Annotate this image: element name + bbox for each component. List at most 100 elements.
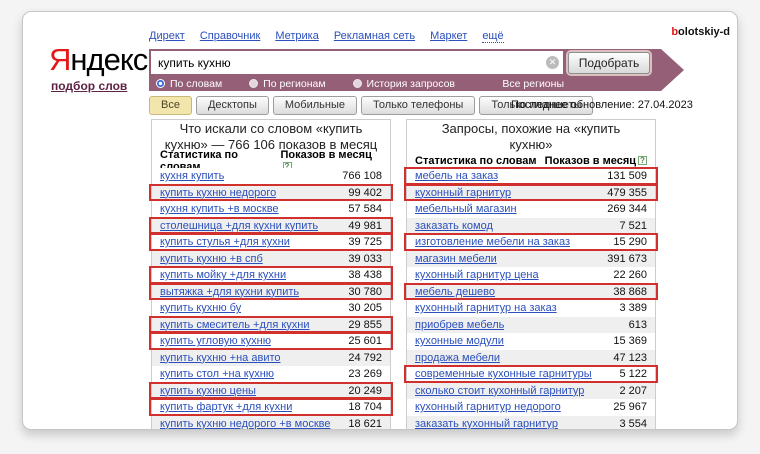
keyword-link[interactable]: изготовление мебели на заказ xyxy=(415,236,570,248)
logo-rest: ндекс xyxy=(70,42,147,77)
impressions-value: 20 249 xyxy=(348,385,382,397)
impressions-value: 29 855 xyxy=(348,319,382,331)
table-row: кухня купить766 108 xyxy=(152,168,390,185)
rows-container: мебель на заказ 131 509 кухонный гарнитур 4… xyxy=(407,168,655,430)
impressions-value: 25 601 xyxy=(348,335,382,347)
device-tab[interactable]: Мобильные xyxy=(273,96,357,115)
keyword-link[interactable]: купить стол +на кухню xyxy=(160,368,274,380)
keyword-link[interactable]: современные кухонные гарнитуры xyxy=(415,368,592,380)
impressions-value: 39 033 xyxy=(348,253,382,265)
nav-link[interactable]: ещё xyxy=(482,30,503,43)
impressions-value: 5 122 xyxy=(619,368,647,380)
keyword-link[interactable]: мебель дешево xyxy=(415,286,495,298)
mode-label: По словам xyxy=(170,78,222,90)
impressions-value: 479 355 xyxy=(607,187,647,199)
table-row: купить смеситель +для кухни 29 855 xyxy=(152,317,390,334)
search-mode[interactable]: По словам xyxy=(156,78,222,90)
column-header: Статистика по словам Показов в месяц? xyxy=(407,154,655,168)
main-card: Яндекс подбор слов Директ Справочник Метри… xyxy=(22,11,738,430)
keyword-link[interactable]: купить кухню бу xyxy=(160,302,241,314)
device-tab[interactable]: Десктопы xyxy=(196,96,269,115)
rows-container: кухня купить766 108купить кухню недорого… xyxy=(152,168,390,430)
search-mode[interactable]: По регионам xyxy=(249,78,325,90)
nav-link[interactable]: Маркет xyxy=(430,30,467,43)
table-row: купить стулья +для кухни39 725 xyxy=(152,234,390,251)
nav-link[interactable]: Рекламная сеть xyxy=(334,30,415,43)
nav-link[interactable]: Справочник xyxy=(200,30,261,43)
keyword-link[interactable]: купить угловую кухню xyxy=(160,335,271,347)
table-row: кухонный гарнитур 479 355 xyxy=(407,185,655,202)
nav-link[interactable]: Директ xyxy=(149,30,185,43)
keyword-link[interactable]: кухонный гарнитур на заказ xyxy=(415,302,557,314)
keyword-link[interactable]: купить кухню цены xyxy=(160,385,256,397)
search-mode-row: По словам По регионам История запросов xyxy=(149,76,661,91)
submit-button[interactable]: Подобрать xyxy=(568,52,650,74)
keyword-link[interactable]: приобрев мебель xyxy=(415,319,504,331)
impressions-value: 7 521 xyxy=(619,220,647,232)
search-mode[interactable]: История запросов xyxy=(353,78,455,90)
table-row: купить кухню недорого 99 402 xyxy=(152,185,390,202)
keyword-link[interactable]: кухня купить +в москве xyxy=(160,203,279,215)
table-row: современные кухонные гарнитуры 5 122 xyxy=(407,366,655,383)
user-badge[interactable]: bolotskiy-d xyxy=(671,26,730,38)
table-row: мебельный магазин269 344 xyxy=(407,201,655,218)
keyword-link[interactable]: кухня купить xyxy=(160,170,224,182)
keyword-link[interactable]: купить кухню +в спб xyxy=(160,253,263,265)
keyword-link[interactable]: магазин мебели xyxy=(415,253,497,265)
keyword-link[interactable]: купить кухню недорого +в москве xyxy=(160,418,331,430)
table-row: приобрев мебель613 xyxy=(407,317,655,334)
regions-selector[interactable]: Все регионы xyxy=(502,78,564,90)
keyword-link[interactable]: вытяжка +для кухни купить xyxy=(160,286,299,298)
table-row: изготовление мебели на заказ 15 290 xyxy=(407,234,655,251)
keyword-link[interactable]: мебельный магазин xyxy=(415,203,517,215)
table-row: купить кухню недорого +в москве18 621 xyxy=(152,416,390,431)
search-input[interactable] xyxy=(151,51,563,74)
table-row: продажа мебели 47 123 xyxy=(407,350,655,367)
table-row: заказать комод 7 521 xyxy=(407,218,655,235)
keyword-link[interactable]: заказать комод xyxy=(415,220,493,232)
impressions-value: 131 509 xyxy=(607,170,647,182)
table-row: купить мойку +для кухни 38 438 xyxy=(152,267,390,284)
keyword-link[interactable]: купить мойку +для кухни xyxy=(160,269,286,281)
keyword-link[interactable]: купить кухню недорого xyxy=(160,187,276,199)
radio-icon[interactable] xyxy=(156,79,165,88)
keyword-link[interactable]: купить кухню +на авито xyxy=(160,352,281,364)
impressions-value: 38 438 xyxy=(348,269,382,281)
column-0: Что искали со словом «купить кухню» — 76… xyxy=(151,119,391,430)
radio-icon[interactable] xyxy=(249,79,258,88)
keyword-link[interactable]: кухонный гарнитур недорого xyxy=(415,401,561,413)
help-icon[interactable]: ? xyxy=(638,156,647,165)
impressions-value: 2 207 xyxy=(619,385,647,397)
radio-icon[interactable] xyxy=(353,79,362,88)
keyword-link[interactable]: заказать кухонный гарнитур xyxy=(415,418,558,430)
keyword-link[interactable]: кухонный гарнитур цена xyxy=(415,269,539,281)
keyword-link[interactable]: купить смеситель +для кухни xyxy=(160,319,310,331)
keyword-link[interactable]: купить стулья +для кухни xyxy=(160,236,290,248)
impressions-value: 25 967 xyxy=(613,401,647,413)
keyword-link[interactable]: сколько стоит кухонный гарнитур xyxy=(415,385,584,397)
impressions-value: 391 673 xyxy=(607,253,647,265)
keyword-link[interactable]: кухонные модули xyxy=(415,335,504,347)
keyword-link[interactable]: столешница +для кухни купить xyxy=(160,220,318,232)
keyword-link[interactable]: купить фартук +для кухни xyxy=(160,401,292,413)
impressions-value: 47 123 xyxy=(613,352,647,364)
header-value: Показов в месяц? xyxy=(545,155,647,167)
yandex-logo[interactable]: Яндекс xyxy=(49,42,147,78)
keyword-link[interactable]: мебель на заказ xyxy=(415,170,498,182)
nav-link[interactable]: Метрика xyxy=(275,30,319,43)
impressions-value: 30 205 xyxy=(348,302,382,314)
impressions-value: 30 780 xyxy=(348,286,382,298)
wordstat-link[interactable]: подбор слов xyxy=(51,79,127,93)
impressions-value: 3 554 xyxy=(619,418,647,430)
impressions-value: 38 868 xyxy=(613,286,647,298)
impressions-value: 3 389 xyxy=(619,302,647,314)
keyword-link[interactable]: продажа мебели xyxy=(415,352,500,364)
impressions-value: 15 290 xyxy=(613,236,647,248)
table-row: столешница +для кухни купить49 981 xyxy=(152,218,390,235)
table-row: купить кухню +в спб 39 033 xyxy=(152,251,390,268)
impressions-value: 99 402 xyxy=(348,187,382,199)
device-tab[interactable]: Все xyxy=(149,96,192,115)
keyword-link[interactable]: кухонный гарнитур xyxy=(415,187,511,199)
device-tab[interactable]: Только телефоны xyxy=(361,96,475,115)
clear-icon[interactable]: ✕ xyxy=(546,56,559,69)
